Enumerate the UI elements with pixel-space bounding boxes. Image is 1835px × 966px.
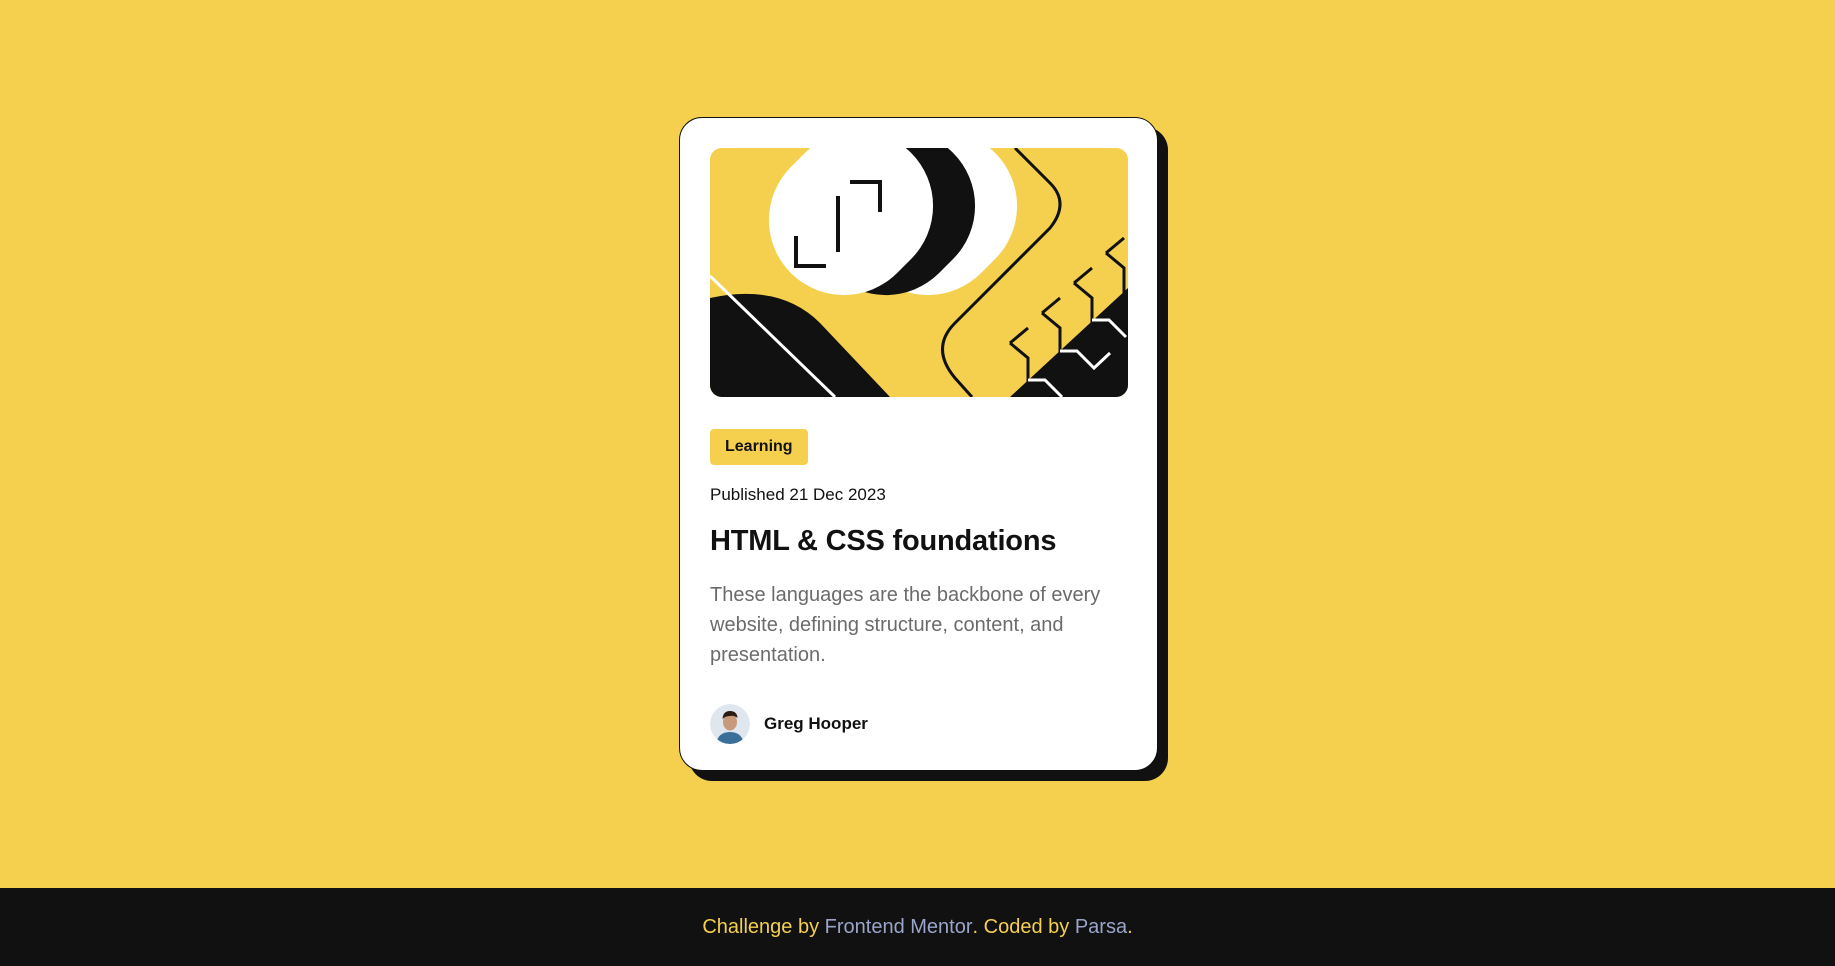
challenge-by-label: Challenge by: [702, 915, 820, 938]
separator: .: [972, 915, 979, 938]
hero-illustration: [710, 148, 1128, 397]
published-date: Published 21 Dec 2023: [710, 485, 886, 504]
blog-preview-card: Learning Published 21 Dec 2023 HTML & CS…: [679, 117, 1158, 771]
card-title[interactable]: HTML & CSS foundations: [710, 525, 1127, 558]
card-description: These languages are the backbone of ever…: [710, 584, 1101, 666]
attribution-footer: Challenge by Frontend Mentor. Coded by P…: [0, 888, 1835, 966]
page: Learning Published 21 Dec 2023 HTML & CS…: [0, 0, 1835, 966]
author-link[interactable]: Parsa: [1075, 916, 1127, 939]
avatar: [710, 704, 750, 744]
frontend-mentor-link[interactable]: Frontend Mentor: [825, 916, 973, 939]
category-tag: Learning: [710, 429, 808, 465]
separator: .: [1127, 915, 1133, 938]
author-name: Greg Hooper: [764, 714, 868, 733]
coded-by-label: Coded by: [983, 915, 1070, 938]
author: Greg Hooper: [710, 704, 1127, 744]
